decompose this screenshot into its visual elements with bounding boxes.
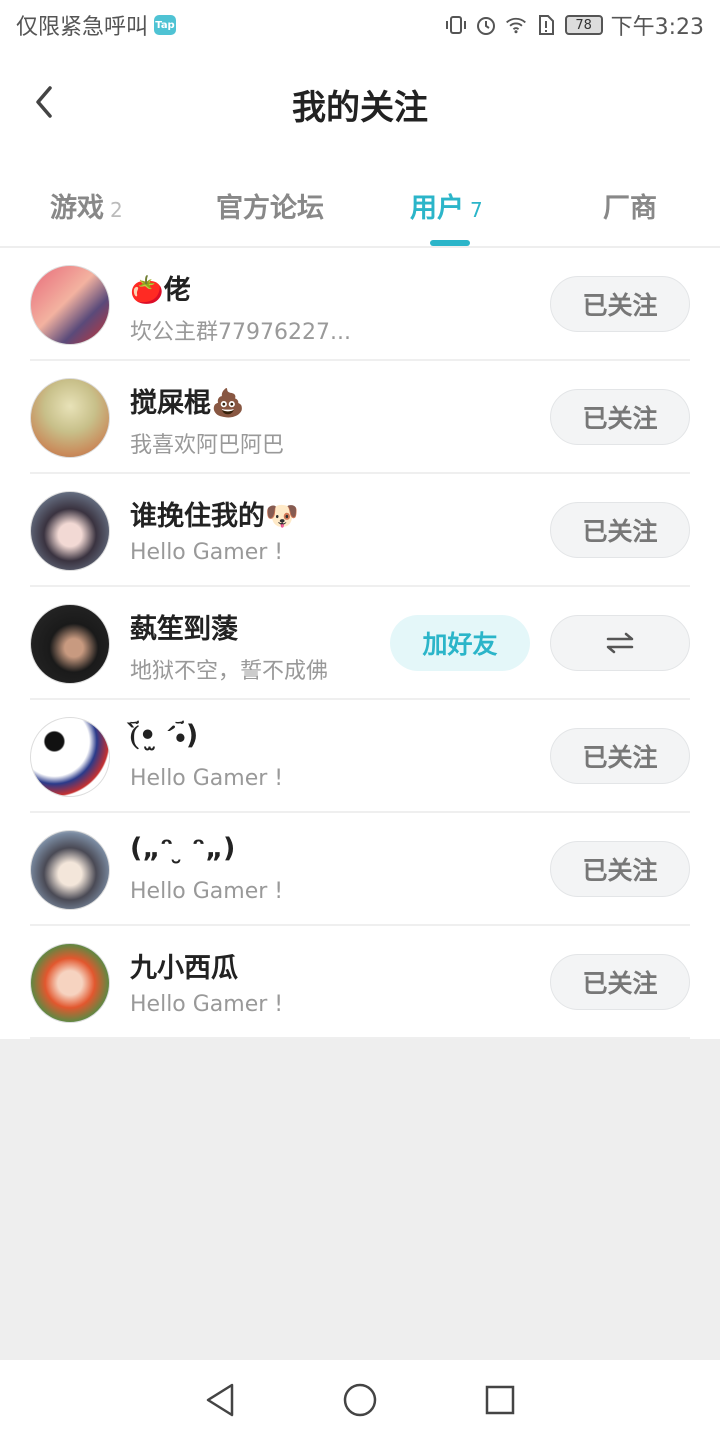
user-name: 九小西瓜 [130,953,238,984]
page-title: 我的关注 [292,88,428,128]
following-button[interactable]: 已关注 [550,954,690,1010]
alarm-icon [475,14,497,36]
following-button[interactable]: 已关注 [550,728,690,784]
avatar[interactable] [30,265,110,345]
tab-games[interactable]: 游戏 2 [50,186,123,225]
status-bar: 仅限紧急呼叫 Tap 78 下午3:23 [0,0,720,50]
battery-icon: 78 [564,15,603,35]
user-signature: 坎公主群77976227... [130,320,351,345]
avatar[interactable] [30,717,110,797]
avatar[interactable] [30,943,110,1023]
home-circle-icon [343,1383,377,1417]
list-item[interactable]: 搅屎棍💩 我喜欢阿巴阿巴 已关注 [0,361,720,474]
user-name: 蓺笙剄蔆 [130,614,238,645]
tab-vendors[interactable]: 厂商 [603,186,657,225]
tab-forums[interactable]: 官方论坛 [216,186,324,225]
nav-back-button[interactable] [190,1370,250,1430]
divider [30,1037,690,1039]
list-item[interactable]: 谁挽住我的🐶 Hello Gamer ! 已关注 [0,474,720,587]
following-button[interactable]: 已关注 [550,502,690,558]
user-name: 谁挽住我的🐶 [130,501,299,532]
status-left: 仅限紧急呼叫 Tap [16,9,177,41]
tap-app-icon: Tap [154,15,177,35]
user-signature: Hello Gamer ! [130,540,284,565]
nav-home-button[interactable] [330,1370,390,1430]
list-item[interactable]: (ؔ•̀ ̫ •́ؔ) Hello Gamer ! 已关注 [0,700,720,813]
user-list: 🍅佬 坎公主群77976227... 已关注 搅屎棍💩 我喜欢阿巴阿巴 已关注 … [0,248,720,1039]
sim-alert-icon [535,14,557,36]
status-right: 78 下午3:23 [445,9,704,41]
mutual-follow-button[interactable] [550,615,690,671]
avatar[interactable] [30,604,110,684]
tab-users[interactable]: 用户 7 [410,186,483,225]
recents-square-icon [485,1385,515,1415]
add-friend-button[interactable]: 加好友 [390,615,530,671]
user-signature: 我喜欢阿巴阿巴 [130,433,285,458]
tab-forums-label: 官方论坛 [216,193,324,224]
user-name: („ᵔ ̮ ᵔ„) [130,833,236,864]
header: 我的关注 [0,50,720,160]
user-name: (ؔ•̀ ̫ •́ؔ) [130,720,199,751]
following-button[interactable]: 已关注 [550,841,690,897]
avatar[interactable] [30,830,110,910]
vibrate-icon [445,14,467,36]
following-button[interactable]: 已关注 [550,389,690,445]
list-item[interactable]: 九小西瓜 Hello Gamer ! 已关注 [0,926,720,1039]
user-signature: Hello Gamer ! [130,766,284,791]
following-button[interactable]: 已关注 [550,276,690,332]
avatar[interactable] [30,491,110,571]
swap-arrows-icon [606,632,634,654]
system-nav-bar [0,1360,720,1440]
tab-users-count: 7 [470,198,483,222]
avatar[interactable] [30,378,110,458]
list-item[interactable]: 蓺笙剄蔆 地狱不空，誓不成佛 加好友 [0,587,720,700]
user-signature: Hello Gamer ! [130,992,284,1017]
tab-games-count: 2 [110,198,123,222]
list-item[interactable]: („ᵔ ̮ ᵔ„) Hello Gamer ! 已关注 [0,813,720,926]
active-tab-indicator [430,240,470,246]
tab-vendors-label: 厂商 [603,193,657,224]
list-item[interactable]: 🍅佬 坎公主群77976227... 已关注 [0,248,720,361]
user-signature: Hello Gamer ! [130,879,284,904]
tab-users-label: 用户 [410,193,464,224]
user-name: 搅屎棍💩 [130,388,245,419]
status-time: 下午3:23 [610,15,704,40]
tab-bar: 游戏 2 官方论坛 用户 7 厂商 [0,160,720,248]
user-name: 🍅佬 [130,275,191,306]
nav-recents-button[interactable] [470,1370,530,1430]
back-triangle-icon [206,1383,234,1417]
tab-games-label: 游戏 [50,193,104,224]
carrier-text: 仅限紧急呼叫 [16,15,149,40]
wifi-icon [505,14,527,36]
user-signature: 地狱不空，誓不成佛 [130,659,329,684]
